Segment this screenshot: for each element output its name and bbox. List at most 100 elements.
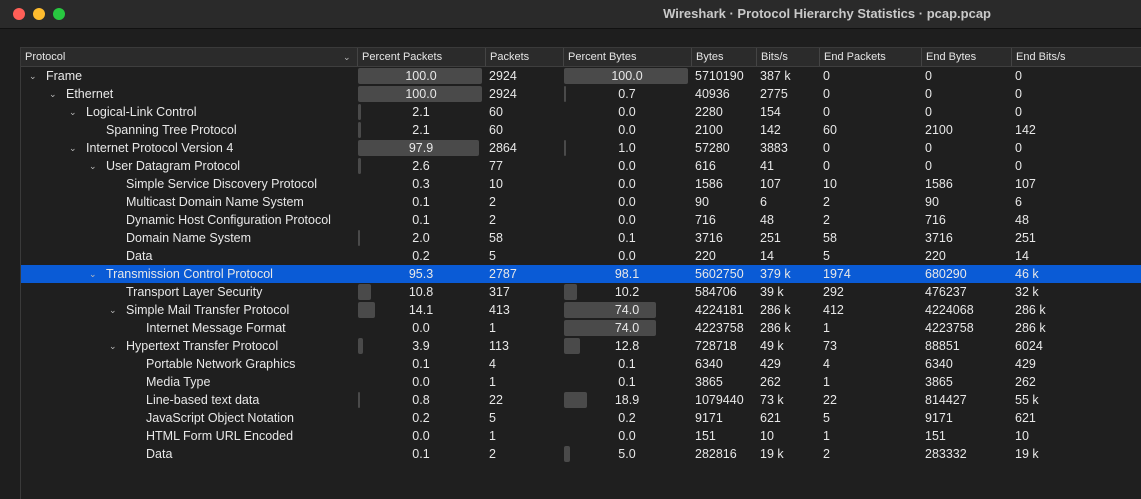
percent-packets-value: 10.8 [408,285,434,299]
end-packets-value: 58 [823,231,837,245]
end-bytes-value: 2100 [925,123,953,137]
percent-bytes-value: 10.2 [614,285,640,299]
protocol-name: Logical-Link Control [86,105,197,119]
bytes-value: 716 [695,213,716,227]
end-bytes-value: 814427 [925,393,967,407]
percent-packets-value: 0.0 [412,321,430,335]
packets-value: 2 [489,447,496,461]
tree-row[interactable]: JavaScript Object Notation 0.2 0.2 5 9171 621… [21,409,1141,427]
percent-packets-value: 0.8 [412,393,430,407]
tree-row[interactable]: Media Type 0.0 0.1 1 3865 262 1 3865 262 [21,373,1141,391]
bytes-value: 584706 [695,285,737,299]
disclosure-chevron-icon[interactable]: ⌄ [89,265,97,283]
tree-row[interactable]: Data 0.1 5.0 2 282816 19 k 2 283332 19 k [21,445,1141,463]
packets-value: 1 [489,429,496,443]
disclosure-chevron-icon[interactable]: ⌄ [69,139,77,157]
percent-bytes-value: 5.0 [618,447,636,461]
column-header-end-bytes[interactable]: End Bytes [921,48,1011,66]
percent-packets-value: 97.9 [408,141,434,155]
bytes-value: 57280 [695,141,730,155]
end-bits-value: 286 k [1015,321,1046,335]
bits-value: 286 k [760,303,791,317]
column-header-bytes[interactable]: Bytes [691,48,756,66]
protocol-name: Ethernet [66,87,114,101]
end-packets-value: 5 [823,411,830,425]
percent-packets-value: 0.2 [412,411,430,425]
column-header-packets[interactable]: Packets [485,48,563,66]
bits-value: 107 [760,177,781,191]
end-packets-value: 1974 [823,267,851,281]
end-packets-value: 2 [823,447,830,461]
bits-value: 262 [760,375,781,389]
bits-value: 429 [760,357,781,371]
disclosure-chevron-icon[interactable]: ⌄ [109,301,117,319]
tree-row[interactable]: Simple Service Discovery Protocol 0.3 0.0 1… [21,175,1141,193]
end-packets-value: 10 [823,177,837,191]
tree-row[interactable]: Spanning Tree Protocol 2.1 0.0 60 2100 142 60 2… [21,121,1141,139]
tree-row[interactable]: ⌄ Hypertext Transfer Protocol 3.9 12.8 113 72… [21,337,1141,355]
packets-value: 4 [489,357,496,371]
tree-row[interactable]: ⌄ Frame 100.0 100.0 2924 5710190 387 k 0 0 0 [21,67,1141,85]
title-bar: Wireshark · Protocol Hierarchy Statistic… [0,0,1141,29]
tree-row[interactable]: Line-based text data 0.8 18.9 22 1079440 73 k… [21,391,1141,409]
tree-row[interactable]: ⌄ Logical-Link Control 2.1 0.0 60 2280 154 0 0 0 [21,103,1141,121]
end-packets-value: 5 [823,249,830,263]
column-header-bits-s[interactable]: Bits/s [756,48,819,66]
bits-value: 41 [760,159,774,173]
end-packets-value: 1 [823,321,830,335]
tree-row[interactable]: Domain Name System 2.0 0.1 58 3716 251 58 3716 2… [21,229,1141,247]
disclosure-chevron-icon[interactable]: ⌄ [29,67,37,85]
column-header-end-bits-s[interactable]: End Bits/s [1011,48,1141,66]
packets-value: 2 [489,195,496,209]
disclosure-chevron-icon[interactable]: ⌄ [89,157,97,175]
tree-row[interactable]: Data 0.2 0.0 5 220 14 5 220 14 [21,247,1141,265]
percent-packets-value: 0.1 [412,213,430,227]
column-header-percent-bytes[interactable]: Percent Bytes [563,48,691,66]
tree-row[interactable]: Multicast Domain Name System 0.1 0.0 2 90 6 2 9… [21,193,1141,211]
protocol-name: Line-based text data [146,393,260,407]
protocol-name: Multicast Domain Name System [126,195,304,209]
tree-row[interactable]: ⌄ Ethernet 100.0 0.7 2924 40936 2775 0 0 0 [21,85,1141,103]
percent-bytes-value: 0.1 [618,357,636,371]
bytes-value: 151 [695,429,716,443]
tree-row[interactable]: ⌄ User Datagram Protocol 2.6 0.0 77 616 41 0 0 0 [21,157,1141,175]
bytes-value: 3716 [695,231,723,245]
end-bits-value: 142 [1015,123,1036,137]
percent-packets-value: 0.0 [412,375,430,389]
packets-value: 2864 [489,141,517,155]
end-bits-value: 14 [1015,249,1029,263]
tree-row[interactable]: Dynamic Host Configuration Protocol 0.1 0.… [21,211,1141,229]
bits-value: 286 k [760,321,791,335]
packets-value: 60 [489,105,503,119]
tree-row[interactable]: HTML Form URL Encoded 0.0 0.0 1 151 10 1 151 10 [21,427,1141,445]
column-header-percent-packets[interactable]: Percent Packets [357,48,485,66]
tree-row[interactable]: ⌄ Internet Protocol Version 4 97.9 1.0 2864 5… [21,139,1141,157]
protocol-hierarchy-tree[interactable]: Protocol Percent Packets Packets Percent By… [20,47,1141,499]
percent-packets-value: 100.0 [405,69,437,83]
protocol-name: Hypertext Transfer Protocol [126,339,279,353]
end-bytes-value: 3716 [925,231,953,245]
tree-row[interactable]: Transport Layer Security 10.8 10.2 317 58470… [21,283,1141,301]
end-packets-value: 0 [823,87,830,101]
protocol-name: Transmission Control Protocol [106,267,273,281]
disclosure-chevron-icon[interactable]: ⌄ [49,85,57,103]
tree-row[interactable]: ⌄ Transmission Control Protocol 95.3 98.1 27… [21,265,1141,283]
tree-row[interactable]: Portable Network Graphics 0.1 0.1 4 6340 429 4… [21,355,1141,373]
chevron-down-icon[interactable]: ⌄ [343,48,351,66]
end-packets-value: 0 [823,141,830,155]
end-bytes-value: 220 [925,249,946,263]
percent-packets-value: 2.0 [412,231,430,245]
tree-row[interactable]: ⌄ Simple Mail Transfer Protocol 14.1 74.0 41… [21,301,1141,319]
end-bytes-value: 283332 [925,447,967,461]
column-header-protocol[interactable]: Protocol [21,48,357,66]
disclosure-chevron-icon[interactable]: ⌄ [109,337,117,355]
bits-value: 154 [760,105,781,119]
end-bits-value: 0 [1015,87,1022,101]
disclosure-chevron-icon[interactable]: ⌄ [69,103,77,121]
bits-value: 49 k [760,339,784,353]
end-bits-value: 0 [1015,159,1022,173]
tree-row[interactable]: Internet Message Format 0.0 74.0 1 4223758 28… [21,319,1141,337]
packets-value: 5 [489,249,496,263]
column-header-end-packets[interactable]: End Packets [819,48,921,66]
percent-bytes-value: 0.0 [618,123,636,137]
